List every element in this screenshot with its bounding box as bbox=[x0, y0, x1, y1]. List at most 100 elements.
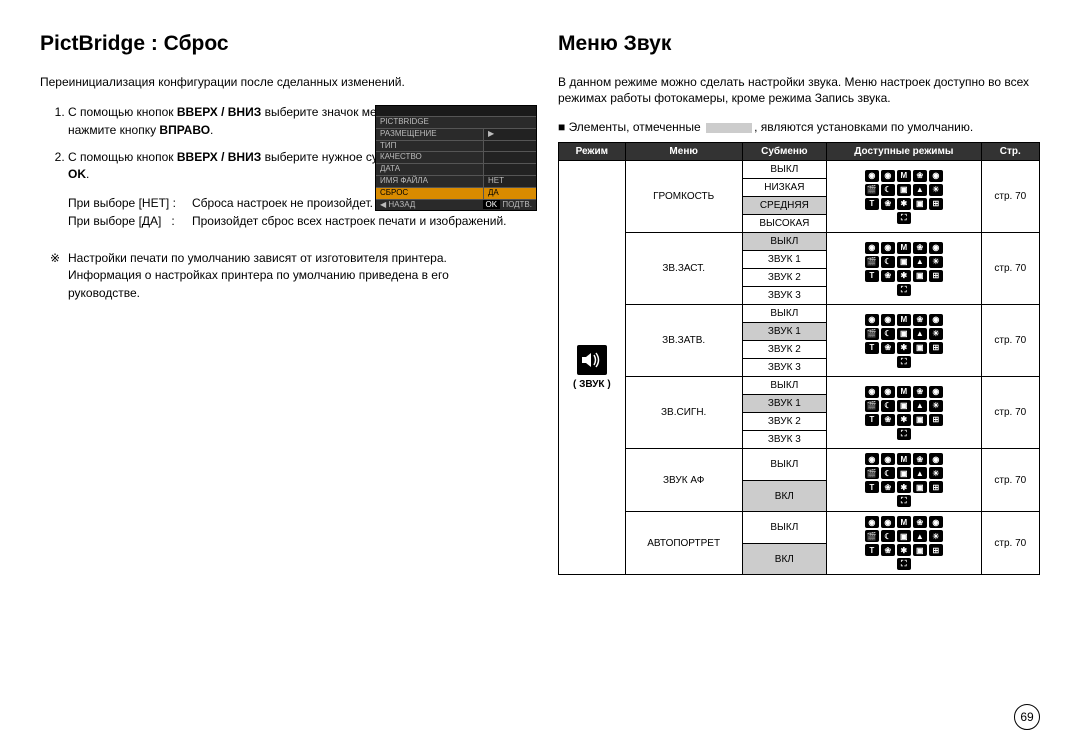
opt-med-default: СРЕДНЯЯ bbox=[742, 197, 826, 215]
modes-start: ◉◉M❀◉ 🎬☾▣▲☀ T❀✱▣⊞ ⛶ bbox=[827, 233, 982, 305]
mode-icon: ▣ bbox=[913, 198, 927, 210]
modes-beep: ◉◉M❀◉ 🎬☾▣▲☀ T❀✱▣⊞ ⛶ bbox=[827, 377, 982, 449]
mode-icon: ◉ bbox=[881, 242, 895, 254]
step1-bold1: ВВЕРХ / ВНИЗ bbox=[177, 105, 261, 119]
mode-icon: ◉ bbox=[929, 242, 943, 254]
mode-icon: ▣ bbox=[913, 270, 927, 282]
lcd-row-filename-val: НЕТ bbox=[483, 176, 536, 187]
choice-yes-val: Произойдет сброс всех настроек печати и … bbox=[192, 212, 522, 230]
mode-icon: ⊞ bbox=[929, 270, 943, 282]
mode-icon: T bbox=[865, 342, 879, 354]
mode-icon: ☀ bbox=[929, 467, 943, 479]
mode-icon: ☾ bbox=[881, 184, 895, 196]
opt-on-default: ВКЛ bbox=[742, 543, 826, 575]
mode-icon: ⊞ bbox=[929, 414, 943, 426]
mode-icon: ◉ bbox=[865, 170, 879, 182]
menu-shutter-sound: ЗВ.ЗАТВ. bbox=[625, 305, 742, 377]
mode-icon: ▲ bbox=[913, 256, 927, 268]
mode-icon: ☾ bbox=[881, 400, 895, 412]
opt-sound3: ЗВУК 3 bbox=[742, 431, 826, 449]
choice-yes-key-text: При выборе [ДА] bbox=[68, 214, 161, 228]
opt-off-default: ВЫКЛ bbox=[742, 233, 826, 251]
lcd-row-pictbridge: PICTBRIDGE bbox=[376, 117, 536, 128]
mode-icon: ⛶ bbox=[897, 495, 911, 507]
mode-icon: ⛶ bbox=[897, 356, 911, 368]
mode-icon: ✱ bbox=[897, 544, 911, 556]
modes-shutter: ◉◉M❀◉ 🎬☾▣▲☀ T❀✱▣⊞ ⛶ bbox=[827, 305, 982, 377]
mode-icon: ◉ bbox=[865, 242, 879, 254]
opt-off: ВЫКЛ bbox=[742, 512, 826, 544]
lcd-footer: ◀ НАЗАД OK ПОДТВ. bbox=[376, 199, 536, 211]
choice-yes: При выборе [ДА] : Произойдет сброс всех … bbox=[68, 212, 522, 230]
mode-icon: ☾ bbox=[881, 256, 895, 268]
choice-no-key: При выборе [НЕТ] : bbox=[68, 194, 188, 212]
mode-icon: ◉ bbox=[865, 386, 879, 398]
th-page: Стр. bbox=[981, 143, 1039, 161]
sound-settings-table: Режим Меню Субменю Доступные режимы Стр. bbox=[558, 142, 1040, 575]
page-ref: стр. 70 bbox=[981, 161, 1039, 233]
mode-icon: ⊞ bbox=[929, 342, 943, 354]
mode-icon: ☾ bbox=[881, 328, 895, 340]
menu-af-sound: ЗВУК АФ bbox=[625, 449, 742, 512]
mode-icon: 🎬 bbox=[865, 467, 879, 479]
opt-high: ВЫСОКАЯ bbox=[742, 215, 826, 233]
mode-icon: ⛶ bbox=[897, 212, 911, 224]
mode-icon: ❀ bbox=[881, 198, 895, 210]
mode-icon: M bbox=[897, 516, 911, 528]
step1-text-a: С помощью кнопок bbox=[68, 105, 177, 119]
opt-sound2: ЗВУК 2 bbox=[742, 341, 826, 359]
lcd-row-quality: КАЧЕСТВО bbox=[376, 152, 483, 163]
step2-bold2: OK bbox=[68, 167, 86, 181]
printer-note: Настройки печати по умолчанию зависят от… bbox=[40, 250, 522, 302]
mode-icon: ❀ bbox=[881, 342, 895, 354]
mode-icon: ✱ bbox=[897, 198, 911, 210]
opt-on-default: ВКЛ bbox=[742, 480, 826, 512]
mode-icon: ☀ bbox=[929, 328, 943, 340]
choice-yes-sep: : bbox=[171, 214, 174, 228]
mode-icon: ❀ bbox=[913, 242, 927, 254]
mode-icon: ▲ bbox=[913, 184, 927, 196]
mode-icon: ◉ bbox=[881, 170, 895, 182]
menu-beep-sound: ЗВ.СИГН. bbox=[625, 377, 742, 449]
opt-off: ВЫКЛ bbox=[742, 377, 826, 395]
right-heading: Меню Звук bbox=[558, 32, 1040, 56]
defaults-note-b: , являются установками по умолчанию. bbox=[754, 120, 973, 134]
mode-icon: ⊞ bbox=[929, 481, 943, 493]
mode-icon: T bbox=[865, 270, 879, 282]
mode-icon: ◉ bbox=[929, 170, 943, 182]
step2-text-a: С помощью кнопок bbox=[68, 150, 177, 164]
menu-self-portrait: АВТОПОРТРЕТ bbox=[625, 512, 742, 575]
mode-icon: ▲ bbox=[913, 400, 927, 412]
lcd-back: ◀ НАЗАД bbox=[380, 201, 415, 210]
mode-icon: ✱ bbox=[897, 270, 911, 282]
mode-icon: ☀ bbox=[929, 530, 943, 542]
mode-icon: ⛶ bbox=[897, 558, 911, 570]
opt-sound1: ЗВУК 1 bbox=[742, 251, 826, 269]
mode-icon: T bbox=[865, 481, 879, 493]
left-heading: PictBridge : Сброс bbox=[40, 32, 522, 56]
mode-icon: ▲ bbox=[913, 530, 927, 542]
mode-icon: ❀ bbox=[913, 516, 927, 528]
left-column: PictBridge : Сброс Переинициализация кон… bbox=[40, 32, 522, 726]
mode-icon: ⛶ bbox=[897, 284, 911, 296]
mode-icon: ▣ bbox=[913, 414, 927, 426]
menu-start-sound: ЗВ.ЗАСТ. bbox=[625, 233, 742, 305]
lcd-row-filename: ИМЯ ФАЙЛА bbox=[376, 176, 483, 187]
mode-icon: ❀ bbox=[913, 170, 927, 182]
mode-icon: M bbox=[897, 386, 911, 398]
th-mode: Режим bbox=[559, 143, 626, 161]
mode-icon: M bbox=[897, 314, 911, 326]
mode-icon: T bbox=[865, 198, 879, 210]
mode-icon: ❀ bbox=[881, 544, 895, 556]
left-intro: Переинициализация конфигурации после сде… bbox=[40, 74, 522, 90]
mode-icon: T bbox=[865, 544, 879, 556]
menu-volume: ГРОМКОСТЬ bbox=[625, 161, 742, 233]
mode-icon: ❀ bbox=[881, 481, 895, 493]
lcd-row-type: ТИП bbox=[376, 141, 483, 152]
right-intro: В данном режиме можно сделать настройки … bbox=[558, 74, 1040, 106]
page-number: 69 bbox=[1014, 704, 1040, 730]
lcd-row-layout: РАЗМЕЩЕНИЕ bbox=[376, 129, 483, 140]
mode-icon: ◉ bbox=[881, 453, 895, 465]
opt-off: ВЫКЛ bbox=[742, 305, 826, 323]
mode-icon: ☀ bbox=[929, 184, 943, 196]
